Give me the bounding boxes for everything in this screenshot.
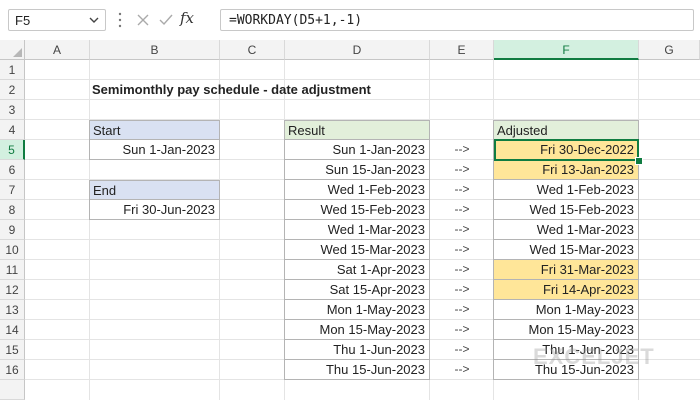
start-value-cell[interactable]: Sun 1-Jan-2023 [89, 140, 220, 160]
arrow-text: --> [454, 162, 470, 176]
adjusted-cell[interactable]: Fri 13-Jan-2023 [493, 160, 639, 180]
drag-handle-icon[interactable] [118, 11, 122, 29]
row-header-5[interactable]: 5 [0, 140, 25, 160]
result-cell[interactable]: Mon 1-May-2023 [284, 300, 430, 320]
row-header-8[interactable]: 8 [0, 200, 25, 220]
row-header-2[interactable]: 2 [0, 80, 25, 100]
end-value-cell[interactable]: Fri 30-Jun-2023 [89, 200, 220, 220]
exceljet-watermark: EXCELJET [533, 344, 655, 369]
adjusted-cell[interactable]: Fri 31-Mar-2023 [493, 260, 639, 280]
adjusted-cell[interactable]: Wed 1-Mar-2023 [493, 220, 639, 240]
row-header-9[interactable]: 9 [0, 220, 25, 240]
insert-function-button[interactable]: fx [180, 9, 194, 27]
row-header-11[interactable]: 11 [0, 260, 25, 280]
column-header-a[interactable]: A [25, 40, 90, 60]
chevron-down-icon[interactable] [88, 14, 100, 26]
result-cell[interactable]: Mon 15-May-2023 [284, 320, 430, 340]
adjusted-cell[interactable]: Wed 1-Feb-2023 [493, 180, 639, 200]
result-cell[interactable]: Wed 1-Feb-2023 [284, 180, 430, 200]
result-cell[interactable]: Sun 15-Jan-2023 [284, 160, 430, 180]
arrow-text: --> [454, 182, 470, 196]
row-header-4[interactable]: 4 [0, 120, 25, 140]
fill-handle[interactable] [635, 157, 643, 165]
start-label-cell[interactable]: Start [89, 120, 220, 140]
arrow-text: --> [454, 282, 470, 296]
formula-input[interactable]: =WORKDAY(D5+1,-1) [220, 9, 694, 31]
row-header-6[interactable]: 6 [0, 160, 25, 180]
arrow-text: --> [454, 322, 470, 336]
row-header-10[interactable]: 10 [0, 240, 25, 260]
end-label-cell[interactable]: End [89, 180, 220, 200]
adjusted-cell[interactable]: Mon 15-May-2023 [493, 320, 639, 340]
result-cell[interactable]: Thu 1-Jun-2023 [284, 340, 430, 360]
adjusted-cell[interactable]: Wed 15-Mar-2023 [493, 240, 639, 260]
row-header-15[interactable]: 15 [0, 340, 25, 360]
arrow-text: --> [454, 242, 470, 256]
adjusted-cell[interactable]: Mon 1-May-2023 [493, 300, 639, 320]
adjusted-cell[interactable]: Fri 30-Dec-2022 [493, 140, 639, 160]
arrow-text: --> [454, 342, 470, 356]
row-header-17[interactable] [0, 380, 25, 400]
row-header-3[interactable]: 3 [0, 100, 25, 120]
name-box-value: F5 [15, 13, 31, 28]
adjusted-cell[interactable]: Wed 15-Feb-2023 [493, 200, 639, 220]
result-cell[interactable]: Wed 15-Mar-2023 [284, 240, 430, 260]
sheet-title[interactable]: Semimonthly pay schedule - date adjustme… [92, 80, 422, 100]
result-cell[interactable]: Sun 1-Jan-2023 [284, 140, 430, 160]
row-header-7[interactable]: 7 [0, 180, 25, 200]
result-cell[interactable]: Wed 15-Feb-2023 [284, 200, 430, 220]
row-header-13[interactable]: 13 [0, 300, 25, 320]
adjusted-header-cell[interactable]: Adjusted [493, 120, 639, 140]
formula-text: =WORKDAY(D5+1,-1) [229, 13, 363, 28]
row-header-14[interactable]: 14 [0, 320, 25, 340]
column-header-e[interactable]: E [430, 40, 494, 60]
result-cell[interactable]: Thu 15-Jun-2023 [284, 360, 430, 380]
result-header-cell[interactable]: Result [284, 120, 430, 140]
column-header-f[interactable]: F [494, 40, 639, 60]
name-box[interactable]: F5 [8, 9, 106, 31]
arrow-text: --> [454, 202, 470, 216]
result-cell[interactable]: Sat 15-Apr-2023 [284, 280, 430, 300]
arrow-text: --> [454, 142, 470, 156]
select-all-corner[interactable] [0, 40, 25, 60]
arrow-text: --> [454, 362, 470, 376]
column-header-b[interactable]: B [90, 40, 220, 60]
row-header-1[interactable]: 1 [0, 60, 25, 80]
arrow-text: --> [454, 262, 470, 276]
check-icon[interactable] [158, 12, 174, 28]
cancel-icon[interactable] [135, 12, 151, 28]
column-header-g[interactable]: G [639, 40, 700, 60]
adjusted-cell[interactable]: Fri 14-Apr-2023 [493, 280, 639, 300]
row-header-12[interactable]: 12 [0, 280, 25, 300]
arrow-text: --> [454, 222, 470, 236]
formula-bar: F5 fx =WORKDAY(D5+1,-1) [0, 0, 700, 40]
column-header-d[interactable]: D [285, 40, 430, 60]
row-header-16[interactable]: 16 [0, 360, 25, 380]
arrow-text: --> [454, 302, 470, 316]
column-header-c[interactable]: C [220, 40, 285, 60]
result-cell[interactable]: Wed 1-Mar-2023 [284, 220, 430, 240]
result-cell[interactable]: Sat 1-Apr-2023 [284, 260, 430, 280]
